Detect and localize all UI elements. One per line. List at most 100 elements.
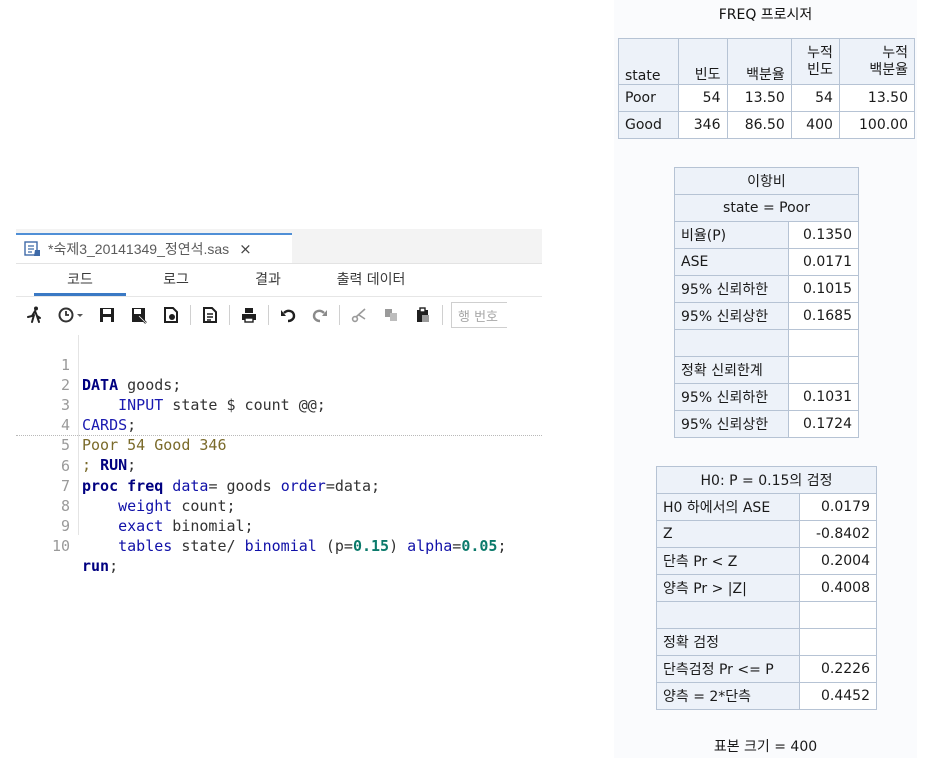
table-cell (787, 329, 860, 357)
proc-title: FREQ 프로시저 (718, 7, 813, 23)
row-label: 95% 신뢰상한 (674, 410, 789, 438)
table-row: 95% 신뢰하한 0.1015 (674, 275, 860, 303)
table-cell: 13.50 (838, 84, 916, 112)
table-cell: 54 (790, 84, 840, 112)
save-as-icon[interactable] (126, 302, 152, 328)
row-label (674, 329, 789, 357)
paste-icon[interactable] (410, 302, 436, 328)
tab-log[interactable]: 로그 (136, 264, 216, 296)
column-header-percent: 백분율 (726, 38, 792, 85)
table-cell: 0.1685 (787, 302, 860, 330)
code-text: ) (389, 537, 408, 555)
row-label: ASE (674, 248, 789, 276)
code-line: 6 proc freq data= goods order=data; (16, 436, 542, 495)
sas-editor: *숙제3_20141349_정연석.sas × 코드 로그 결과 출력 데이터 (16, 229, 542, 575)
code-line: 4 Poor 54 Good 346 (16, 395, 542, 454)
row-label: 95% 신뢰상한 (674, 302, 789, 330)
table-cell: 13.50 (726, 84, 792, 112)
code-line: 8 exact binomial; (16, 476, 542, 535)
column-header-cumulative-percent: 누적 백분율 (838, 38, 916, 85)
table-cell: 86.50 (726, 111, 792, 139)
undo-icon[interactable] (275, 302, 301, 328)
freq-results-panel: FREQ 프로시저 state 빈도 백분율 누적 빈도 누적 백분율 Poor 5… (614, 0, 917, 758)
cut-icon[interactable] (346, 302, 372, 328)
file-tab-name: *숙제3_20141349_정연석.sas (48, 241, 230, 257)
table-cell: -0.8402 (798, 520, 878, 548)
code-option: binomial (244, 537, 317, 555)
code-text: = (452, 537, 462, 555)
table-cell: 346 (678, 111, 728, 139)
table-row: 95% 신뢰상한 0.1724 (674, 410, 860, 438)
row-label: Z (656, 520, 800, 548)
table-row (674, 329, 860, 357)
code-line: 3 CARDS; (16, 375, 542, 434)
toolbar-divider (442, 305, 443, 325)
export-icon[interactable] (158, 302, 184, 328)
table-cell: 100.00 (838, 111, 916, 139)
run-icon[interactable] (22, 302, 48, 328)
frequency-table: state 빈도 백분율 누적 빈도 누적 백분율 Poor 54 13.50 54… (617, 38, 916, 139)
code-number: 0.15 (352, 537, 390, 555)
table-row: 단측 Pr < Z 0.2004 (656, 547, 878, 575)
row-label: 양측 = 2*단측 (656, 682, 800, 710)
binomial-proportion-table: 이항비 state = Poor 비율(P) 0.1350 ASE 0.0171 9… (674, 167, 860, 438)
table-cell (798, 628, 878, 656)
table-cell: 0.2226 (798, 655, 878, 683)
redo-icon[interactable] (307, 302, 333, 328)
table-cell: 0.0179 (798, 493, 878, 521)
toolbar-divider (268, 305, 269, 325)
code-line: 9 tables state/ binomial (p=0.15) alpha=… (16, 496, 542, 555)
editor-subtabs: 코드 로그 결과 출력 데이터 (16, 264, 542, 297)
table-row: 단측검정 Pr <= P 0.2226 (656, 655, 878, 683)
table-cell: 0.2004 (798, 547, 878, 575)
save-icon[interactable] (94, 302, 120, 328)
code-text: ; (497, 537, 507, 555)
format-icon[interactable] (197, 302, 223, 328)
go-to-line-input[interactable]: 행 번호 (451, 302, 507, 328)
table-cell: 0.1015 (787, 275, 860, 303)
copy-icon[interactable] (378, 302, 404, 328)
table-row: 정확 검정 (656, 628, 878, 656)
tab-output-data[interactable]: 출력 데이터 (316, 264, 426, 296)
table-title: 이항비 (674, 167, 859, 195)
table-cell: 0.4008 (798, 574, 878, 602)
table-cell: 0.1724 (787, 410, 860, 438)
column-header-state: state (617, 38, 680, 85)
row-label: 비율(P) (674, 221, 789, 249)
tab-results[interactable]: 결과 (228, 264, 308, 296)
table-row: ASE 0.0171 (674, 248, 860, 276)
column-header-cumulative-frequency: 누적 빈도 (790, 38, 840, 85)
table-cell: 400 (790, 111, 840, 139)
history-icon[interactable] (54, 302, 88, 328)
table-cell (787, 356, 860, 384)
table-row (656, 601, 878, 629)
file-tab[interactable]: *숙제3_20141349_정연석.sas × (16, 233, 292, 263)
code-number: 0.05 (461, 537, 498, 555)
table-cell (798, 601, 878, 629)
print-icon[interactable] (236, 302, 262, 328)
row-label: H0 하에서의 ASE (656, 493, 800, 521)
code-line: 10 run; (16, 516, 542, 575)
code-area[interactable]: 1 DATA goods; 2 INPUT state $ count @@; … (16, 335, 542, 575)
table-row: 비율(P) 0.1350 (674, 221, 860, 249)
code-option: alpha (407, 537, 453, 555)
code-text: (p= (316, 537, 353, 555)
table-cell: 0.1031 (787, 383, 860, 411)
row-label: 정확 신뢰한계 (674, 356, 789, 384)
row-label: 95% 신뢰하한 (674, 383, 789, 411)
sas-program-icon (24, 241, 42, 257)
editor-toolbar: 행 번호 (16, 297, 542, 333)
row-label (656, 601, 800, 629)
code-line: 2 INPUT state $ count @@; (16, 355, 542, 414)
table-cell: 0.1350 (787, 221, 860, 249)
code-line: 5 ; RUN; (16, 415, 542, 474)
table-title: H0: P = 0.15의 검정 (656, 466, 877, 494)
row-label: 단측 Pr < Z (656, 547, 800, 575)
close-tab-icon[interactable]: × (239, 240, 252, 258)
row-label: 양측 Pr > |Z| (656, 574, 800, 602)
table-subtitle: state = Poor (674, 194, 859, 222)
code-text: ; (109, 557, 119, 575)
line-number: 10 (51, 537, 70, 555)
table-row: 양측 = 2*단측 0.4452 (656, 682, 878, 710)
tab-code[interactable]: 코드 (34, 264, 126, 296)
